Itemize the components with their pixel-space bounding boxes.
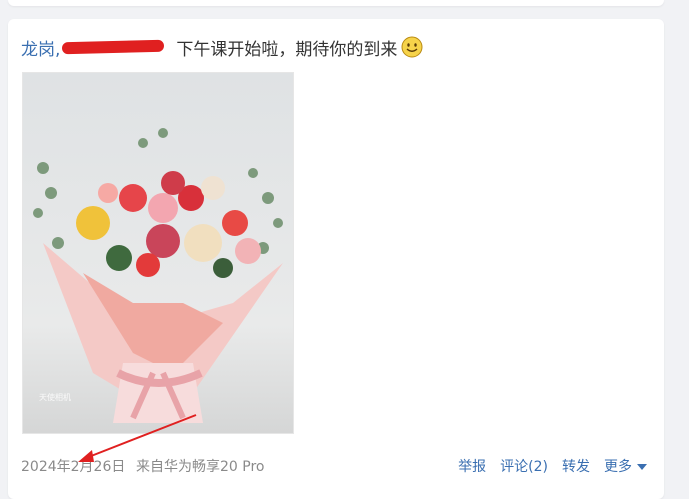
author-link[interactable]: 龙岗,	[21, 35, 60, 60]
post-actions: 举报 评论(2) 转发 更多	[458, 456, 647, 476]
post-text: 下午课开始啦，期待你的到来	[176, 39, 398, 60]
post-source: 来自华为畅享20 Pro	[136, 459, 265, 475]
post-card: 龙岗, 下午课开始啦，期待你的到来 天使相机 2024年2月26日 来自华为畅享…	[8, 19, 664, 499]
photo-watermark: 天使相机	[39, 393, 71, 402]
report-button[interactable]: 举报	[458, 456, 486, 476]
chevron-down-icon	[637, 464, 647, 470]
smiley-face-icon	[401, 36, 423, 58]
previous-post-card-edge	[8, 0, 664, 6]
post-footer: 2024年2月26日 来自华为畅享20 Pro 举报 评论(2) 转发 更多	[21, 456, 651, 478]
post-header: 龙岗, 下午课开始啦，期待你的到来	[21, 35, 423, 60]
post-photo[interactable]: 天使相机	[22, 72, 294, 434]
redacted-name-mark	[62, 39, 165, 55]
more-label: 更多	[604, 459, 632, 475]
repost-button[interactable]: 转发	[562, 456, 590, 476]
more-button[interactable]: 更多	[604, 456, 647, 476]
post-date[interactable]: 2024年2月26日	[21, 456, 125, 476]
comment-button[interactable]: 评论(2)	[500, 456, 548, 476]
